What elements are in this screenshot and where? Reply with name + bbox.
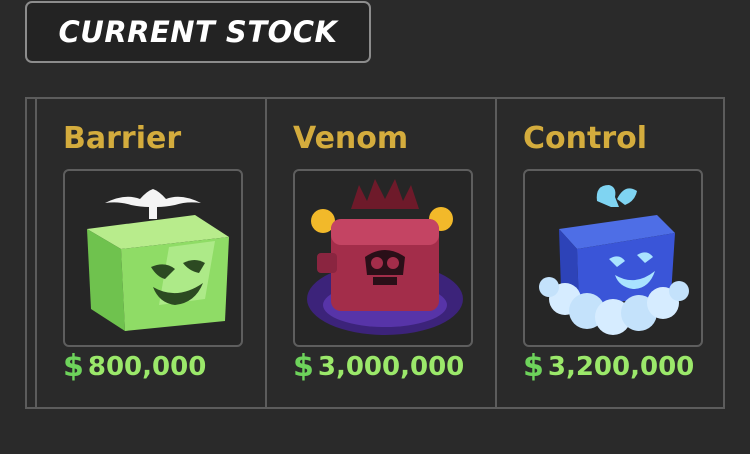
stock-item-barrier[interactable]: Barrier $ 800,000 (37, 99, 265, 407)
dollar-icon: $ (63, 349, 84, 384)
price-value: 800,000 (87, 351, 207, 382)
header-title: CURRENT STOCK (58, 15, 338, 49)
fruit-name: Venom (293, 121, 409, 156)
fruit-name: Barrier (63, 121, 182, 156)
fruit-name: Control (523, 121, 648, 156)
price-value: 3,000,000 (317, 351, 465, 382)
stock-panel: Barrier $ 800,000 Venom $ 3,000,000 Cont… (25, 97, 725, 409)
current-stock-header: CURRENT STOCK (25, 1, 371, 63)
fruit-image-frame (523, 169, 703, 347)
stock-item-control[interactable]: Control $ 3,200,000 (497, 99, 725, 407)
price-tag: $ 800,000 (63, 349, 206, 384)
price-tag: $ 3,000,000 (293, 349, 464, 384)
barrier-fruit-icon (87, 189, 229, 331)
control-fruit-icon (539, 185, 689, 335)
dollar-icon: $ (523, 349, 544, 384)
fruit-image-frame (293, 169, 473, 347)
fruit-image-frame (63, 169, 243, 347)
price-value: 3,200,000 (547, 351, 695, 382)
venom-fruit-icon (307, 179, 463, 335)
dollar-icon: $ (293, 349, 314, 384)
stock-item-venom[interactable]: Venom $ 3,000,000 (267, 99, 495, 407)
price-tag: $ 3,200,000 (523, 349, 694, 384)
